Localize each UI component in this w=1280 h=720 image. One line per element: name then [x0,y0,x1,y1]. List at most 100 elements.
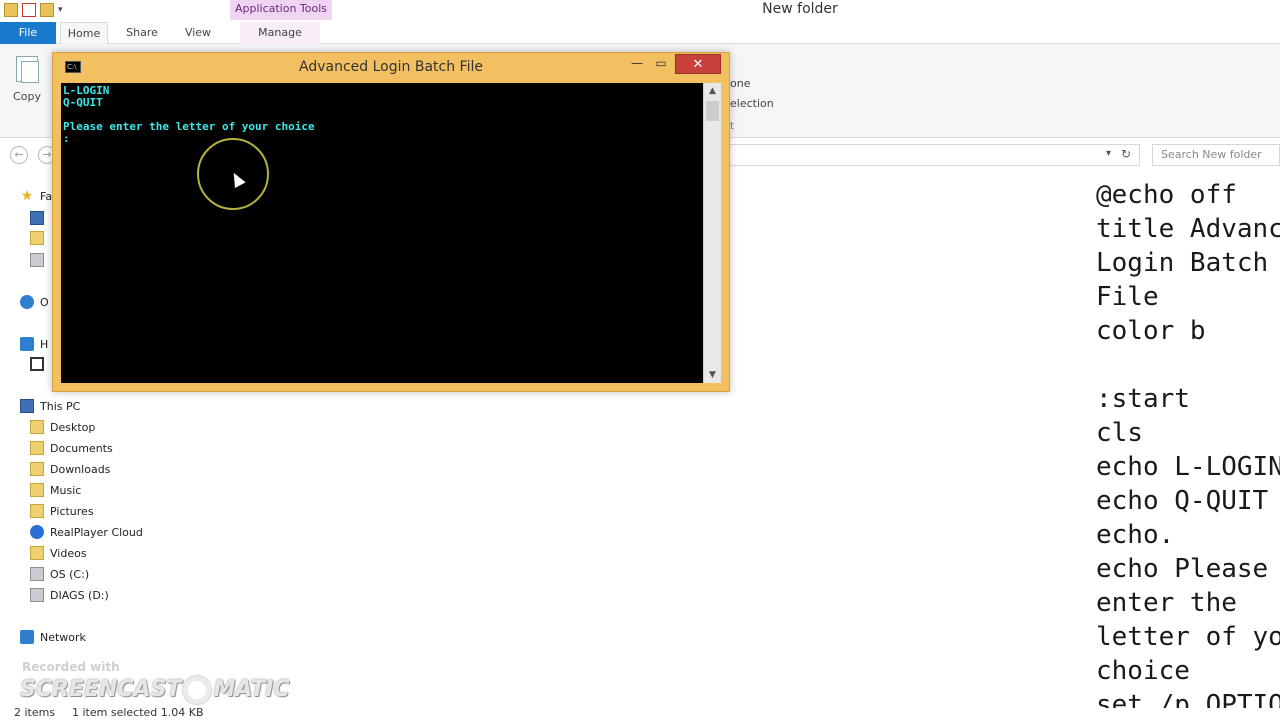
sidebar-item-label: Pictures [50,504,94,518]
tab-view[interactable]: View [176,22,220,44]
dropdown-icon[interactable]: ▾ [58,5,63,15]
status-item-count: 2 items [14,706,56,719]
folder-icon[interactable] [4,3,18,17]
screencast-watermark: SCREENCAST MATIC [20,676,290,704]
ribbon-group-label-fragment: t [730,121,734,132]
drive-icon [30,567,44,581]
sidebar-item-pictures[interactable]: Pictures [30,501,94,521]
watermark-right: MATIC [213,677,290,702]
preview-line: File [1096,282,1159,312]
console-line: Q-QUIT [63,96,103,109]
preview-line: echo Q-QUIT [1096,486,1269,516]
screen: ▾ Application Tools New folder File Home… [0,0,1280,720]
nav-network-label: Network [40,630,86,644]
quick-access-toolbar: ▾ [4,2,63,18]
sidebar-item-desktop[interactable]: Desktop [30,417,95,437]
network-icon [20,630,34,644]
sidebar-item-os-c[interactable]: OS (C:) [30,564,89,584]
copy-label: Copy [13,90,41,103]
drive-icon [30,588,44,602]
tab-manage[interactable]: Manage [240,22,320,44]
preview-line: enter the [1096,588,1237,618]
nav-onedrive-label: O [40,295,49,309]
preview-line: echo L-LOGIN [1096,452,1280,482]
folder-icon [30,546,44,560]
folder-icon [30,462,44,476]
close-button[interactable]: ✕ [675,54,721,74]
explorer-title-bar: ▾ Application Tools New folder [0,0,1280,20]
tab-share[interactable]: Share [118,22,166,44]
cmd-window-title: Advanced Login Batch File [299,59,483,75]
preview-line: @echo off [1096,180,1237,210]
folder-icon [30,441,44,455]
nav-favorites[interactable]: ★ Fa [20,186,52,206]
folder-icon [30,420,44,434]
sidebar-item-downloads[interactable]: Downloads [30,459,110,479]
refresh-icon[interactable]: ↻ [1121,147,1131,161]
sidebar-item-documents[interactable]: Documents [30,438,113,458]
nav-homegroup[interactable]: H [20,334,48,354]
downloads-folder-icon [30,231,44,245]
sidebar-item-label: Music [50,483,82,497]
folder-icon [30,504,44,518]
console-prompt[interactable]: : [63,133,703,145]
console-output[interactable]: L-LOGIN Q-QUIT Please enter the letter o… [61,83,703,383]
nav-homegroup-user[interactable] [30,354,44,374]
scroll-down-icon[interactable]: ▼ [704,367,721,383]
homegroup-icon [20,337,34,351]
cmd-title-bar[interactable]: C:\ Advanced Login Batch File — ▭ ✕ [53,53,729,81]
preview-line [1096,348,1280,382]
preview-line: cls [1096,418,1143,448]
nav-favorite-recent[interactable] [30,250,44,270]
nav-favorite-desktop[interactable] [30,208,44,228]
this-pc-icon [20,399,34,413]
sidebar-item-diags-d[interactable]: DIAGS (D:) [30,585,109,605]
preview-line: echo Please [1096,554,1269,584]
sidebar-item-label: Desktop [50,420,96,434]
scroll-thumb[interactable] [706,101,719,121]
preview-line: choice [1096,656,1190,686]
nav-this-pc-label: This PC [40,399,81,413]
preview-line: title Advanc [1096,214,1280,244]
sidebar-item-label: OS (C:) [50,567,90,581]
copy-button[interactable]: Copy [8,52,46,112]
sidebar-item-music[interactable]: Music [30,480,81,500]
tab-home[interactable]: Home [60,22,108,44]
ribbon-invert-selection-fragment[interactable]: election [730,97,774,110]
sidebar-item-label: Videos [50,546,87,560]
sidebar-item-label: DIAGS (D:) [50,588,109,602]
console-line: Please enter the letter of your choice [63,120,315,133]
minimize-button[interactable]: — [629,57,645,73]
ribbon-tabs: File Home Share View Manage [0,22,1280,44]
user-icon [30,357,44,371]
new-folder-icon[interactable] [40,3,54,17]
console-line: L-LOGIN [63,84,110,97]
status-bar: 2 items 1 item selected 1.04 KB [0,706,1280,720]
preview-line: letter of yo [1096,622,1280,652]
maximize-button[interactable]: ▭ [653,56,669,72]
console-scrollbar[interactable]: ▲ ▼ [703,83,721,383]
cmd-window[interactable]: C:\ Advanced Login Batch File — ▭ ✕ L-LO… [52,52,730,392]
nav-onedrive[interactable]: O [20,292,49,312]
nav-network[interactable]: Network [20,627,86,647]
sidebar-item-label: RealPlayer Cloud [50,525,143,539]
sidebar-item-label: Documents [50,441,113,455]
watermark-caption: Recorded with [22,660,120,674]
address-dropdown-icon[interactable]: ▾ [1106,148,1111,159]
watermark-left: SCREENCAST [20,677,182,702]
sidebar-item-videos[interactable]: Videos [30,543,87,563]
nav-favorite-downloads[interactable] [30,228,44,248]
nav-this-pc[interactable]: This PC [20,396,80,416]
back-arrow-icon[interactable]: ← [10,146,28,164]
properties-icon[interactable] [22,3,36,17]
nav-favorites-label: Fa [40,189,53,203]
address-bar[interactable]: ▾ ↻ [728,144,1140,166]
sidebar-item-label: Downloads [50,462,111,476]
sidebar-item-realplayer-cloud[interactable]: RealPlayer Cloud [30,522,143,542]
search-input[interactable]: Search New folder [1152,144,1280,166]
ribbon-select-none-fragment[interactable]: one [730,77,750,90]
scroll-up-icon[interactable]: ▲ [704,83,721,99]
tab-file[interactable]: File [0,22,56,44]
watermark-record-icon [183,676,212,704]
preview-line: Login Batch [1096,248,1269,278]
